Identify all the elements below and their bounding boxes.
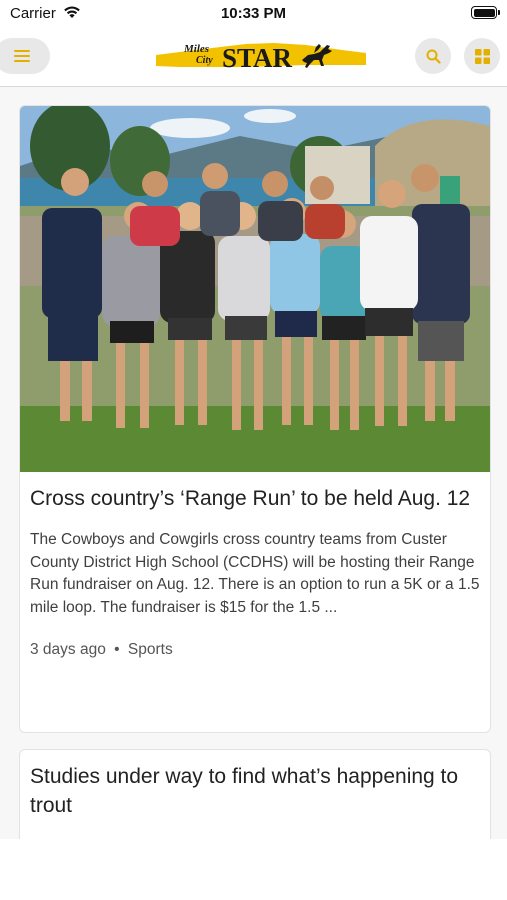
- sections-grid-button[interactable]: [464, 38, 500, 74]
- article-meta: 3 days ago • Sports: [30, 641, 480, 659]
- meta-separator: •: [114, 641, 120, 658]
- search-icon: [426, 49, 441, 64]
- svg-text:City: City: [196, 55, 213, 66]
- site-logo[interactable]: Miles City STAR: [156, 39, 366, 73]
- article-feed[interactable]: Cross country’s ‘Range Run’ to be held A…: [0, 87, 507, 839]
- svg-text:STAR: STAR: [222, 43, 293, 73]
- grid-icon: [474, 48, 490, 64]
- menu-button[interactable]: [0, 38, 50, 74]
- article-age: 3 days ago: [30, 641, 106, 658]
- clock: 10:33 PM: [220, 5, 287, 22]
- article-headline[interactable]: Cross country’s ‘Range Run’ to be held A…: [30, 484, 480, 513]
- article-summary: The Cowboys and Cowgirls cross country t…: [30, 531, 480, 616]
- article-card[interactable]: Studies under way to find what’s happeni…: [19, 749, 491, 839]
- article-photo[interactable]: [20, 106, 490, 472]
- top-nav-bar: Miles City STAR: [0, 34, 507, 87]
- search-button[interactable]: [415, 38, 451, 74]
- battery-icon: [471, 6, 500, 19]
- hamburger-icon: [14, 50, 30, 62]
- svg-text:Miles: Miles: [183, 43, 209, 55]
- article-card[interactable]: Cross country’s ‘Range Run’ to be held A…: [19, 105, 491, 733]
- article-headline[interactable]: Studies under way to find what’s happeni…: [30, 762, 480, 820]
- status-bar: Carrier 10:33 PM: [0, 0, 507, 28]
- bottom-safe-area: [0, 839, 507, 900]
- article-category[interactable]: Sports: [128, 641, 173, 658]
